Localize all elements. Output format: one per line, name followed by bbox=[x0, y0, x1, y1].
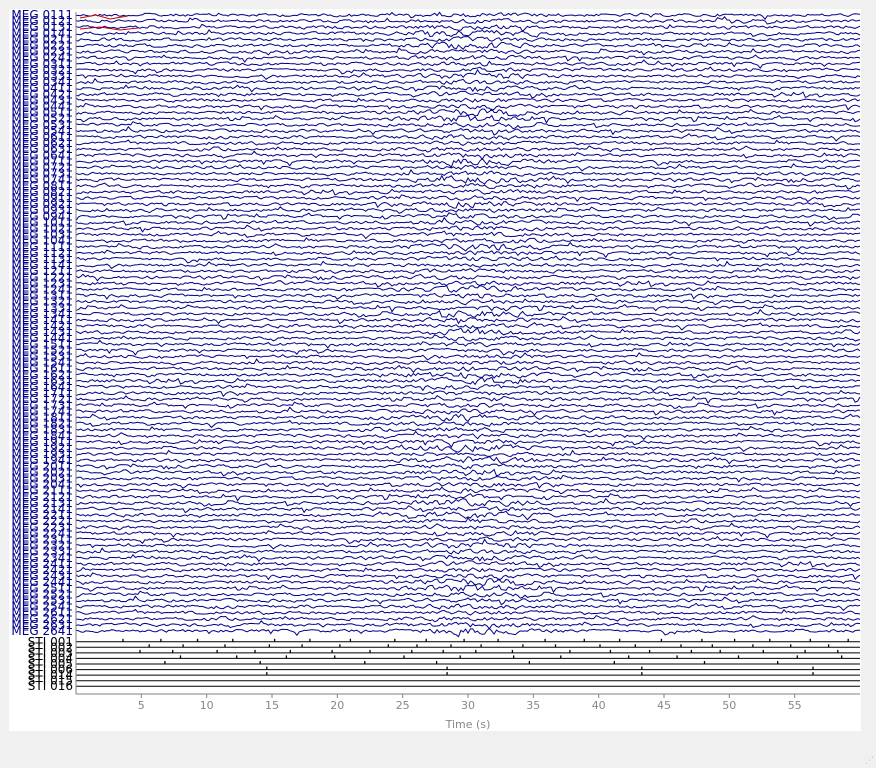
x-axis-ticks-group: 5 10 15 20 25 30 35 40 45 50 55 bbox=[138, 694, 802, 712]
x-tick-label: 15 bbox=[265, 699, 279, 712]
x-tick-label: 35 bbox=[526, 699, 540, 712]
x-tick-label: 5 bbox=[138, 699, 145, 712]
x-tick-label: 30 bbox=[461, 699, 475, 712]
x-tick-label: 45 bbox=[657, 699, 671, 712]
x-tick-label: 50 bbox=[722, 699, 736, 712]
stim-channel-label[interactable]: STI 016 bbox=[28, 679, 73, 693]
x-tick-label: 40 bbox=[592, 699, 606, 712]
x-tick-label: 20 bbox=[330, 699, 344, 712]
x-axis-label: Time (s) bbox=[445, 718, 491, 731]
x-tick-label: 25 bbox=[396, 699, 410, 712]
resize-grip-icon[interactable]: ⋰ bbox=[864, 756, 874, 766]
x-tick-label: 55 bbox=[788, 699, 802, 712]
x-tick-label: 10 bbox=[200, 699, 214, 712]
raw-data-browser-plot[interactable]: MEG 0111MEG 0121MEG 0131MEG 0141MEG 0211… bbox=[0, 0, 876, 768]
channel-labels-group: MEG 0111MEG 0121MEG 0131MEG 0141MEG 0211… bbox=[11, 8, 73, 693]
plot-area-background bbox=[76, 12, 860, 694]
